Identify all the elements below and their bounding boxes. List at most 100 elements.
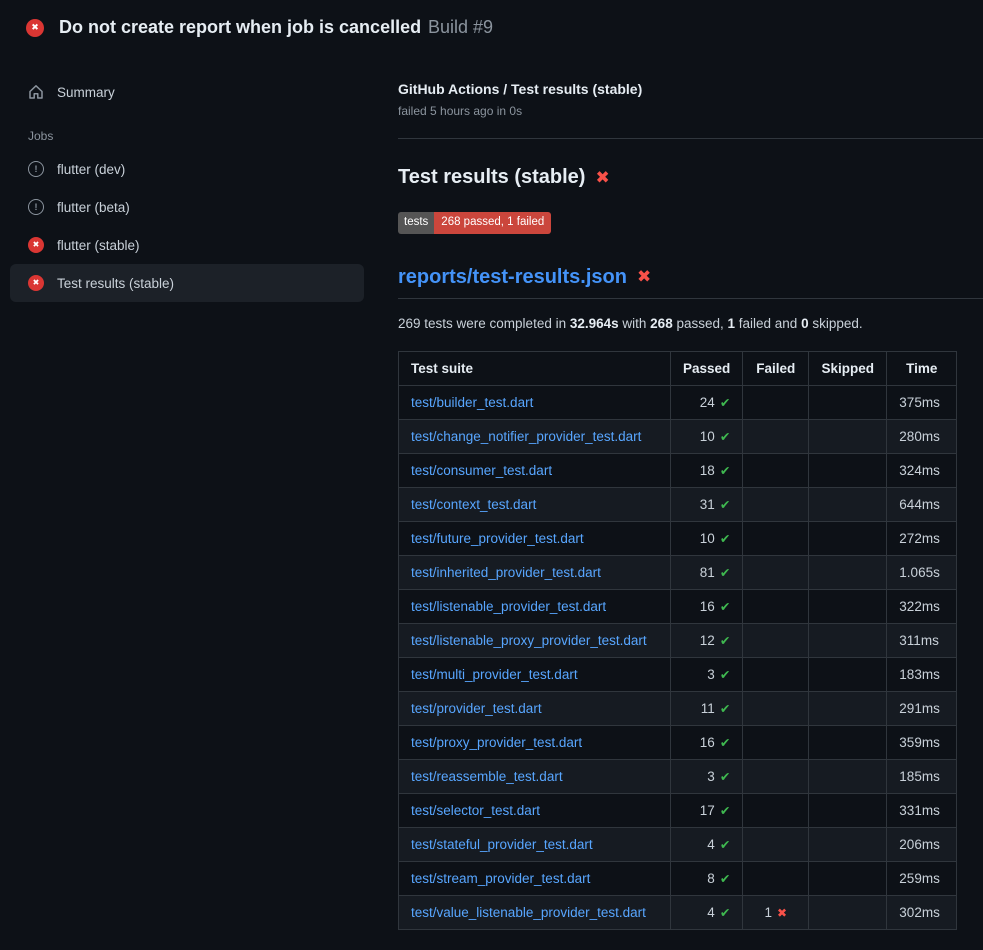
- check-icon: ✔: [720, 702, 730, 716]
- sidebar-item-summary[interactable]: Summary: [10, 73, 364, 111]
- summary-segment: 0: [801, 316, 809, 331]
- col-header-failed: Failed: [743, 351, 809, 385]
- passed-cell: 10✔: [671, 419, 743, 453]
- table-row: test/value_listenable_provider_test.dart…: [399, 895, 957, 929]
- check-icon: ✔: [720, 770, 730, 784]
- passed-cell: 16 ✔: [671, 725, 743, 759]
- table-header-row: Test suite Passed Failed Skipped Time: [399, 351, 957, 385]
- suite-link[interactable]: test/reassemble_test.dart: [411, 769, 563, 784]
- suite-cell: test/future_provider_test.dart: [399, 521, 671, 555]
- failed-cell: 1✖: [743, 895, 809, 929]
- summary-segment: passed,: [673, 316, 728, 331]
- suite-cell: test/consumer_test.dart: [399, 453, 671, 487]
- suite-link[interactable]: test/change_notifier_provider_test.dart: [411, 429, 641, 444]
- passed-count: 81: [700, 565, 715, 580]
- table-row: test/reassemble_test.dart 3✔ ✖ 185ms: [399, 759, 957, 793]
- suite-cell: test/listenable_provider_test.dart: [399, 589, 671, 623]
- suite-cell: test/proxy_provider_test.dart: [399, 725, 671, 759]
- skipped-cell: [809, 589, 887, 623]
- suite-link[interactable]: test/proxy_provider_test.dart: [411, 735, 582, 750]
- results-table: Test suite Passed Failed Skipped Time te…: [398, 351, 957, 930]
- failed-cell: ✖: [743, 487, 809, 521]
- passed-cell: 12✔: [671, 623, 743, 657]
- failed-count: 1: [765, 905, 773, 920]
- report-file-link[interactable]: reports/test-results.json: [398, 266, 627, 289]
- passed-cell: 16✔: [671, 589, 743, 623]
- summary-segment: 1: [728, 316, 736, 331]
- failed-cell: ✖: [743, 385, 809, 419]
- time-cell: 331ms: [887, 793, 957, 827]
- divider: [398, 138, 983, 139]
- run-title: Do not create report when job is cancell…: [59, 17, 421, 37]
- skipped-cell: [809, 725, 887, 759]
- suite-link[interactable]: test/future_provider_test.dart: [411, 531, 584, 546]
- suite-link[interactable]: test/stateful_provider_test.dart: [411, 837, 593, 852]
- time-cell: 259ms: [887, 861, 957, 895]
- failed-cell: ✖: [743, 861, 809, 895]
- failed-cell: ✖: [743, 725, 809, 759]
- passed-cell: 10✔: [671, 521, 743, 555]
- badge-value: 268 passed, 1 failed: [434, 212, 551, 234]
- suite-link[interactable]: test/listenable_provider_test.dart: [411, 599, 606, 614]
- x-glyph: ✖: [33, 241, 40, 249]
- suite-cell: test/stateful_provider_test.dart: [399, 827, 671, 861]
- time-cell: 183ms: [887, 657, 957, 691]
- passed-count: 16: [700, 735, 715, 750]
- suite-link[interactable]: test/builder_test.dart: [411, 395, 533, 410]
- passed-cell: 24✔: [671, 385, 743, 419]
- exclamation-glyph: !: [35, 203, 38, 212]
- failed-cell: ✖: [743, 453, 809, 487]
- passed-cell: 8✔: [671, 861, 743, 895]
- skipped-cell: [809, 657, 887, 691]
- col-header-skipped: Skipped: [809, 351, 887, 385]
- suite-link[interactable]: test/selector_test.dart: [411, 803, 540, 818]
- check-icon: ✔: [720, 430, 730, 444]
- sidebar-job-item[interactable]: ✖ ! Test results (stable): [10, 264, 364, 302]
- x-glyph: ✖: [33, 279, 40, 287]
- suite-link[interactable]: test/context_test.dart: [411, 497, 536, 512]
- sidebar-job-item[interactable]: ✖ ! flutter (beta): [10, 188, 364, 226]
- sidebar-job-item[interactable]: ✖ ! flutter (dev): [10, 150, 364, 188]
- job-label: flutter (beta): [57, 200, 130, 215]
- build-number: Build #9: [428, 17, 493, 37]
- run-failed-icon: ✖: [26, 19, 44, 37]
- page-layout: Summary Jobs ✖ ! flutter (dev) ✖ !: [0, 51, 983, 930]
- time-cell: 359ms: [887, 725, 957, 759]
- suite-link[interactable]: test/listenable_proxy_provider_test.dart: [411, 633, 647, 648]
- check-icon: ✔: [720, 906, 730, 920]
- failed-cell: ✖: [743, 589, 809, 623]
- passed-cell: 4✔: [671, 827, 743, 861]
- skipped-cell: [809, 895, 887, 929]
- section-heading: Test results (stable) ✖: [398, 166, 983, 189]
- suite-link[interactable]: test/provider_test.dart: [411, 701, 542, 716]
- failed-x-icon: ✖: [595, 168, 609, 188]
- time-cell: 280ms: [887, 419, 957, 453]
- run-header: ✖ Do not create report when job is cance…: [0, 0, 983, 51]
- report-failed-x-icon: ✖: [637, 267, 651, 287]
- skipped-cell: [809, 827, 887, 861]
- check-icon: ✔: [720, 804, 730, 818]
- suite-cell: test/listenable_proxy_provider_test.dart: [399, 623, 671, 657]
- passed-count: 3: [707, 769, 715, 784]
- job-status-icon: ✖ !: [28, 237, 44, 253]
- suite-link[interactable]: test/stream_provider_test.dart: [411, 871, 590, 886]
- check-icon: ✔: [720, 838, 730, 852]
- check-icon: ✔: [720, 600, 730, 614]
- suite-link[interactable]: test/consumer_test.dart: [411, 463, 552, 478]
- passed-count: 18: [700, 463, 715, 478]
- skipped-cell: [809, 861, 887, 895]
- sidebar-job-item[interactable]: ✖ ! flutter (stable): [10, 226, 364, 264]
- skipped-cell: [809, 759, 887, 793]
- check-icon: ✔: [720, 736, 730, 750]
- time-cell: 375ms: [887, 385, 957, 419]
- suite-link[interactable]: test/multi_provider_test.dart: [411, 667, 578, 682]
- time-cell: 206ms: [887, 827, 957, 861]
- skipped-cell: [809, 453, 887, 487]
- x-glyph: ✖: [31, 23, 39, 32]
- summary-segment: 32.964s: [570, 316, 619, 331]
- suite-link[interactable]: test/inherited_provider_test.dart: [411, 565, 601, 580]
- skipped-cell: [809, 521, 887, 555]
- suite-link[interactable]: test/value_listenable_provider_test.dart: [411, 905, 646, 920]
- time-cell: 1.065s: [887, 555, 957, 589]
- passed-cell: 4✔: [671, 895, 743, 929]
